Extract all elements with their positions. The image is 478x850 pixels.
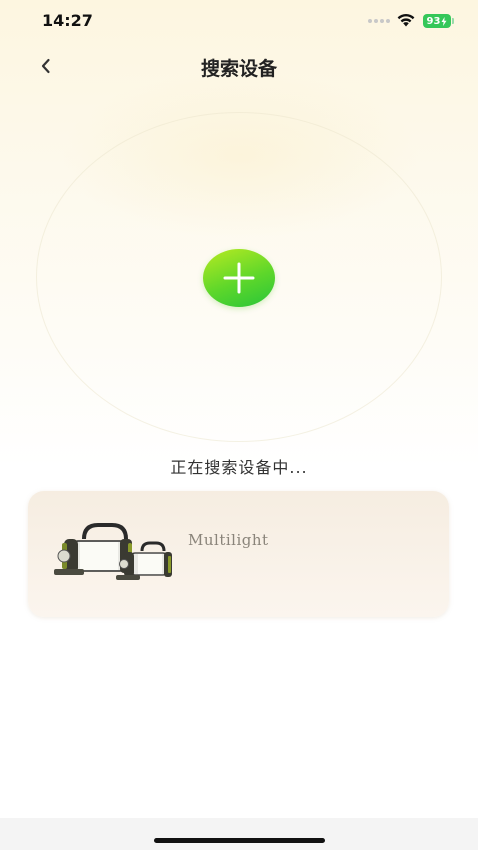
page-title: 搜索设备: [200, 58, 277, 80]
battery-tip: [452, 18, 454, 24]
charging-bolt-icon: [441, 16, 447, 26]
add-device-button[interactable]: [203, 249, 275, 307]
device-list-item[interactable]: Multilight: [28, 491, 449, 617]
device-name: Multilight: [188, 531, 269, 549]
battery-icon: 93: [423, 14, 451, 28]
searching-status-text: 正在搜索设备中...: [170, 458, 308, 477]
battery-level: 93: [426, 15, 441, 27]
home-bar-area: [0, 818, 478, 850]
device-search-screen: 14:27 93 搜索设备 正在搜索设备中... Multilight: [0, 0, 478, 850]
status-time: 14:27: [42, 11, 93, 30]
wifi-icon: [397, 13, 415, 27]
plus-icon: [223, 262, 255, 294]
cellular-signal-icon: [368, 19, 390, 25]
home-indicator[interactable]: [154, 838, 325, 843]
nav-bar: 搜索设备: [0, 42, 478, 92]
status-bar: 14:27 93: [0, 0, 478, 42]
device-thumbnail: [54, 523, 172, 580]
